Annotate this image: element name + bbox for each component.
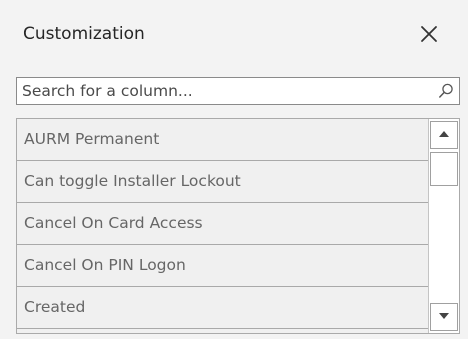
list-item[interactable]: Cancel On Card Access [17, 203, 429, 245]
column-list-rows: AURM Permanent Can toggle Installer Lock… [17, 119, 429, 329]
panel-title: Customization [23, 24, 145, 44]
list-item-label: Can toggle Installer Lockout [24, 172, 241, 190]
triangle-down-icon [439, 313, 449, 319]
list-item-label: Cancel On PIN Logon [24, 256, 186, 274]
list-item-label: AURM Permanent [24, 130, 160, 148]
list-item[interactable]: AURM Permanent [17, 119, 429, 161]
close-button[interactable] [415, 20, 443, 48]
close-icon [421, 26, 437, 42]
search-box [16, 77, 460, 105]
search-input[interactable] [17, 78, 432, 104]
panel-header: Customization [0, 0, 468, 72]
scroll-down-button[interactable] [430, 303, 458, 331]
list-item[interactable]: Created [17, 287, 429, 329]
list-item[interactable]: Can toggle Installer Lockout [17, 161, 429, 203]
vertical-scrollbar[interactable] [428, 119, 459, 333]
scroll-up-button[interactable] [430, 121, 458, 149]
customization-panel: Customization AURM Permanent Can toggle … [0, 0, 468, 339]
scroll-thumb[interactable] [430, 152, 458, 186]
column-list[interactable]: AURM Permanent Can toggle Installer Lock… [16, 118, 460, 334]
list-item-label: Cancel On Card Access [24, 214, 203, 232]
triangle-up-icon [439, 131, 449, 137]
search-icon[interactable] [438, 83, 454, 99]
list-item[interactable]: Cancel On PIN Logon [17, 245, 429, 287]
list-item-label: Created [24, 298, 86, 316]
